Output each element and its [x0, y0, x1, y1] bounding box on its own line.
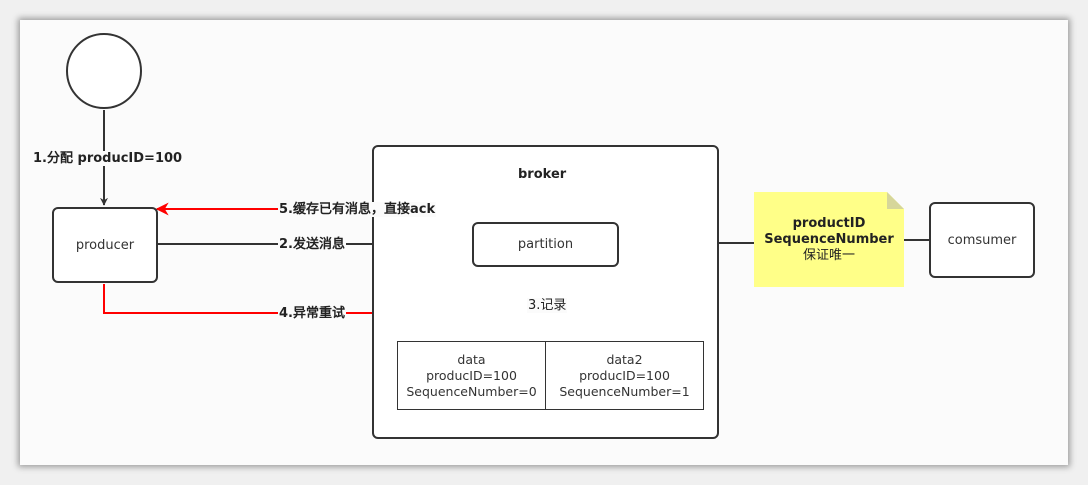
data1-title: data: [457, 351, 486, 367]
consumer-label: comsumer: [947, 232, 1017, 248]
note-line-1: productID: [792, 215, 866, 231]
edge-label-assign: 1.分配 producID=100: [32, 151, 184, 166]
partition-label: partition: [517, 237, 574, 252]
actor-circle: [66, 33, 142, 109]
data2-title: data2: [606, 351, 643, 367]
data2-producer-id: producID=100: [579, 367, 670, 383]
uniqueness-note: productID SequenceNumber 保证唯一: [754, 192, 904, 287]
data-cell-2: data2 producID=100 SequenceNumber=1: [545, 341, 704, 410]
data1-sequence: SequenceNumber=0: [406, 383, 537, 399]
broker-label: broker: [518, 167, 567, 182]
partition-node: partition: [472, 222, 619, 267]
note-line-3: 保证唯一: [802, 247, 855, 263]
edge-label-send: 2.发送消息: [278, 237, 346, 252]
data2-sequence: SequenceNumber=1: [559, 383, 690, 399]
data1-producer-id: producID=100: [426, 367, 517, 383]
note-line-2: SequenceNumber: [764, 231, 894, 247]
producer-label: producer: [75, 237, 135, 253]
edge-label-record: 3.记录: [527, 298, 568, 313]
consumer-node: comsumer: [929, 202, 1035, 278]
edge-label-cache-ack: 5.缓存已有消息，直接ack: [278, 202, 437, 217]
data-cell-1: data producID=100 SequenceNumber=0: [397, 341, 546, 410]
edge-label-retry: 4.异常重试: [278, 306, 346, 321]
producer-node: producer: [52, 207, 158, 283]
